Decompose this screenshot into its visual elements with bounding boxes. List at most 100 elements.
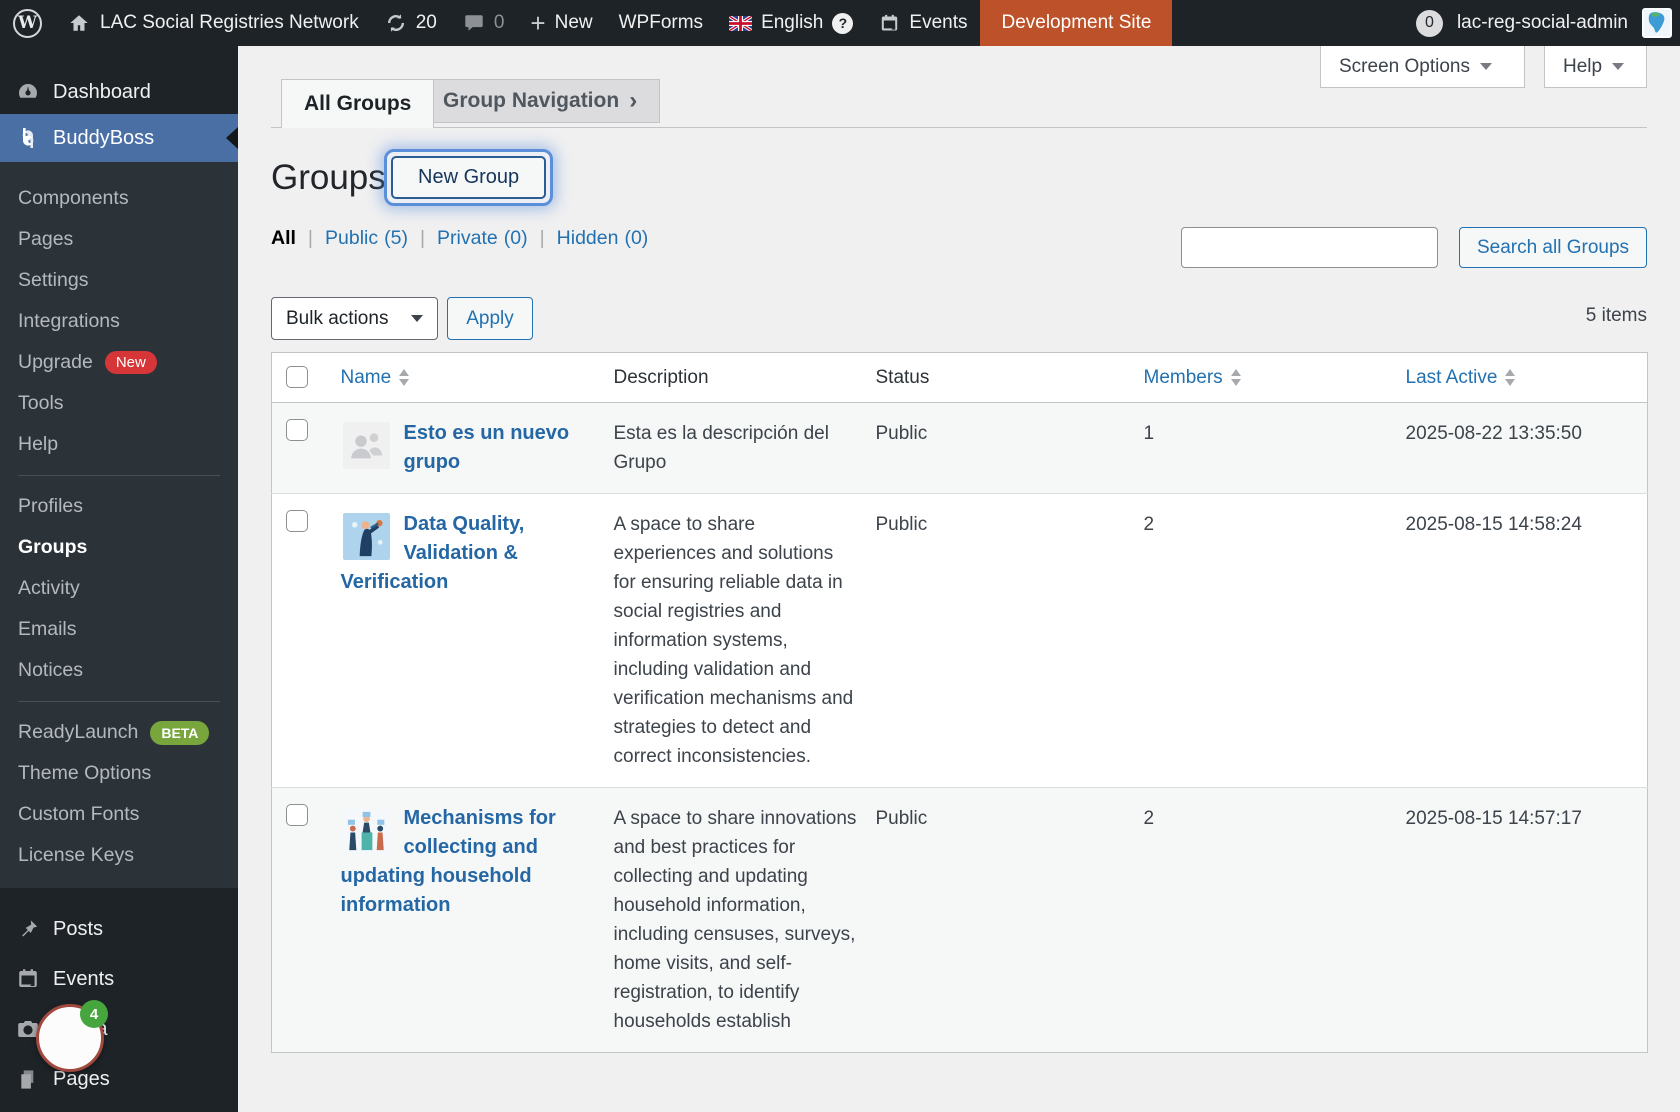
group-avatar-illustration bbox=[343, 513, 390, 560]
comment-bubble-icon bbox=[463, 12, 485, 34]
submenu-item-profiles[interactable]: Profiles bbox=[0, 486, 238, 527]
user-avatar[interactable] bbox=[1642, 8, 1672, 38]
table-row: Mechanisms for collecting and updating h… bbox=[272, 788, 1648, 1053]
site-name-link[interactable]: LAC Social Registries Network bbox=[55, 0, 372, 46]
table-row: Data Quality, Validation & Verification … bbox=[272, 494, 1648, 788]
submenu-item-readylaunch[interactable]: ReadyLaunch BETA bbox=[0, 712, 238, 753]
wordpress-admin-screen: W LAC Social Registries Network 20 0 + N… bbox=[0, 0, 1680, 1112]
sort-by-name-header[interactable]: Name bbox=[341, 367, 598, 389]
home-icon bbox=[68, 12, 90, 34]
active-menu-wedge bbox=[226, 127, 238, 149]
admin-bar-right: 0 lac-reg-social-admin bbox=[1416, 8, 1680, 38]
sort-by-members-header[interactable]: Members bbox=[1144, 367, 1390, 389]
submenu-item-groups-current[interactable]: Groups bbox=[0, 527, 238, 568]
sidebar-item-media[interactable]: Media bbox=[0, 1004, 238, 1054]
status-filter-links: All | Public(5) | Private(0) | Hidden(0) bbox=[271, 227, 648, 250]
chevron-down-icon bbox=[1480, 63, 1492, 70]
submenu-item-help[interactable]: Help bbox=[0, 424, 238, 465]
sort-by-last-active-header[interactable]: Last Active bbox=[1406, 367, 1640, 389]
tabs-divider-line bbox=[271, 127, 1647, 128]
sidebar-item-posts[interactable]: Posts bbox=[0, 904, 238, 954]
submenu-item-theme-options[interactable]: Theme Options bbox=[0, 753, 238, 794]
submenu-item-emails[interactable]: Emails bbox=[0, 609, 238, 650]
new-group-button[interactable]: New Group bbox=[391, 156, 546, 199]
updates-menu[interactable]: 20 bbox=[372, 0, 450, 46]
submenu-item-pages[interactable]: Pages bbox=[0, 219, 238, 260]
submenu-item-components[interactable]: Components bbox=[0, 178, 238, 219]
submenu-item-settings[interactable]: Settings bbox=[0, 260, 238, 301]
new-label: New bbox=[555, 12, 593, 34]
new-content-menu[interactable]: + New bbox=[517, 0, 605, 46]
buddyboss-icon bbox=[15, 125, 41, 151]
wpforms-menu[interactable]: WPForms bbox=[606, 0, 716, 46]
page-title: Groups bbox=[271, 158, 386, 198]
language-menu[interactable]: English ? bbox=[716, 0, 866, 46]
row-checkbox[interactable] bbox=[286, 804, 308, 826]
submenu-item-integrations[interactable]: Integrations bbox=[0, 301, 238, 342]
status-header: Status bbox=[868, 353, 1136, 403]
site-name: LAC Social Registries Network bbox=[100, 12, 359, 34]
row-checkbox[interactable] bbox=[286, 510, 308, 532]
submenu-item-license-keys[interactable]: License Keys bbox=[0, 835, 238, 876]
submenu-item-notices[interactable]: Notices bbox=[0, 650, 238, 691]
table-header-row: Name Description Status Members Last Act… bbox=[272, 353, 1648, 403]
group-avatar-placeholder bbox=[343, 422, 390, 469]
sidebar-item-dashboard[interactable]: Dashboard bbox=[0, 70, 238, 114]
group-members-count: 1 bbox=[1136, 403, 1398, 494]
submenu-item-tools[interactable]: Tools bbox=[0, 383, 238, 424]
sidebar-item-events[interactable]: Events bbox=[0, 954, 238, 1004]
notification-count-badge[interactable]: 0 bbox=[1416, 10, 1443, 37]
updates-icon bbox=[385, 12, 407, 34]
username[interactable]: lac-reg-social-admin bbox=[1457, 12, 1628, 34]
tab-all-groups[interactable]: All Groups bbox=[281, 79, 434, 128]
dashboard-gauge-icon bbox=[15, 80, 41, 104]
new-group-focus-ring: New Group bbox=[384, 149, 553, 206]
environment-badge[interactable]: Development Site bbox=[980, 0, 1172, 46]
language-label: English bbox=[761, 12, 823, 34]
pushpin-icon bbox=[15, 918, 41, 941]
sort-icon bbox=[1505, 369, 1515, 386]
pages-icon bbox=[15, 1068, 41, 1091]
sort-icon bbox=[399, 369, 409, 386]
chevron-down-icon bbox=[1612, 63, 1624, 70]
filter-public[interactable]: Public(5) bbox=[325, 227, 408, 250]
beta-badge: BETA bbox=[150, 721, 209, 745]
group-status: Public bbox=[868, 403, 1136, 494]
bulk-actions-label: Bulk actions bbox=[286, 308, 388, 330]
submenu-divider bbox=[18, 475, 220, 476]
help-label: Help bbox=[1563, 56, 1602, 78]
calendar-icon bbox=[879, 13, 900, 34]
submenu-item-upgrade[interactable]: Upgrade New bbox=[0, 342, 238, 383]
group-name-link[interactable]: Esto es un nuevo grupo bbox=[404, 422, 570, 473]
row-checkbox[interactable] bbox=[286, 419, 308, 441]
uk-flag-icon bbox=[729, 16, 752, 31]
tab-group-navigation[interactable]: Group Navigation › bbox=[420, 79, 660, 123]
floating-widget-circle[interactable]: 4 bbox=[36, 1004, 104, 1072]
submenu-item-activity[interactable]: Activity bbox=[0, 568, 238, 609]
events-menu[interactable]: Events bbox=[866, 0, 980, 46]
sort-icon bbox=[1231, 369, 1241, 386]
bulk-actions-select[interactable]: Bulk actions bbox=[271, 297, 438, 340]
select-all-checkbox[interactable] bbox=[286, 366, 308, 388]
filter-private[interactable]: Private(0) bbox=[437, 227, 528, 250]
sidebar-item-pages[interactable]: Pages bbox=[0, 1054, 238, 1104]
sidebar-item-label: BuddyBoss bbox=[53, 127, 154, 150]
wordpress-logo-icon: W bbox=[13, 9, 42, 38]
tab-label: All Groups bbox=[304, 92, 411, 116]
comments-menu[interactable]: 0 bbox=[450, 0, 518, 46]
group-members-count: 2 bbox=[1136, 788, 1398, 1053]
filter-all[interactable]: All bbox=[271, 227, 296, 250]
group-last-active: 2025-08-15 14:58:24 bbox=[1398, 494, 1648, 788]
wordpress-logo-menu[interactable]: W bbox=[0, 0, 55, 46]
filter-separator: | bbox=[308, 227, 313, 250]
search-groups-input[interactable] bbox=[1181, 227, 1438, 268]
search-all-groups-button[interactable]: Search all Groups bbox=[1459, 227, 1647, 268]
apply-button[interactable]: Apply bbox=[447, 297, 533, 340]
submenu-item-custom-fonts[interactable]: Custom Fonts bbox=[0, 794, 238, 835]
screen-options-button[interactable]: Screen Options bbox=[1320, 46, 1525, 88]
help-button[interactable]: Help bbox=[1544, 46, 1647, 88]
filter-hidden[interactable]: Hidden(0) bbox=[557, 227, 649, 250]
updates-count: 20 bbox=[416, 12, 437, 34]
sidebar-item-buddyboss[interactable]: BuddyBoss bbox=[0, 114, 238, 162]
admin-bar: W LAC Social Registries Network 20 0 + N… bbox=[0, 0, 1680, 46]
